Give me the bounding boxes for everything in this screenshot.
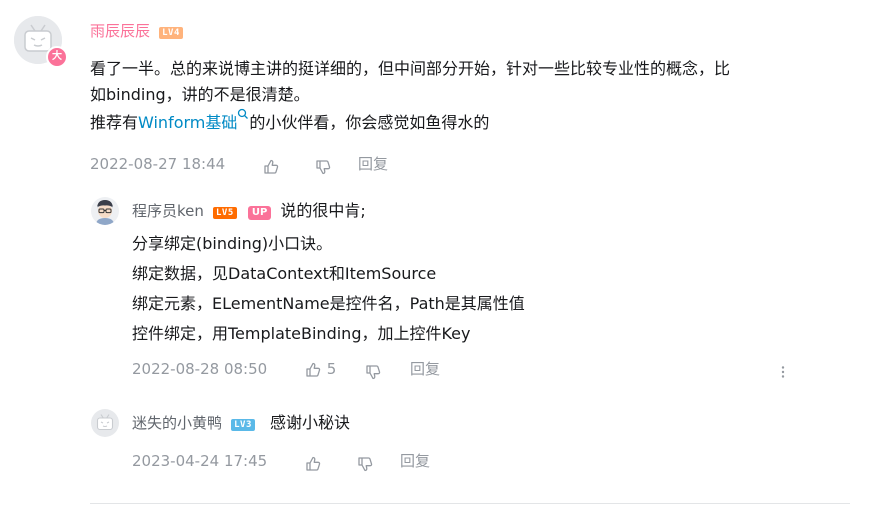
- reply-body: 分享绑定(binding)小口诀。 绑定数据，见DataContext和Item…: [132, 229, 832, 349]
- like-button[interactable]: 5: [304, 358, 336, 380]
- reply-meta: 2022-08-28 08:50 5 回复: [132, 358, 802, 380]
- thumbs-up-icon: [306, 456, 321, 471]
- comment-header: 雨辰辰辰 LV4: [90, 20, 183, 42]
- vip-badge: 大: [46, 46, 68, 68]
- avatar-image: [91, 197, 119, 225]
- dislike-button[interactable]: [356, 452, 374, 474]
- like-count: 5: [326, 360, 337, 378]
- like-button[interactable]: [304, 452, 322, 474]
- reply-avatar[interactable]: [91, 197, 119, 225]
- reply-header: 迷失的小黄鸭 LV3 感谢小秘诀: [132, 412, 350, 434]
- timestamp: 2022-08-27 18:44: [90, 155, 226, 173]
- thumbs-down-icon: [366, 364, 381, 379]
- reply-line: 分享绑定(binding)小口诀。: [132, 234, 333, 253]
- reply-meta: 2023-04-24 17:45 回复: [132, 450, 532, 472]
- dislike-button[interactable]: [314, 155, 332, 177]
- reply-button[interactable]: 回复: [358, 153, 388, 175]
- dislike-button[interactable]: [364, 360, 382, 382]
- comment-text-part: 的小伙伴看，你会感觉如鱼得水的: [249, 113, 490, 132]
- comment-text: 看了一半。总的来说博主讲的挺详细的，但中间部分开始，针对一些比较专业性的概念，比…: [90, 56, 860, 136]
- more-vertical-icon: [781, 365, 785, 378]
- reply-line: 绑定元素，ELementName是控件名，Path是其属性值: [132, 294, 525, 313]
- more-button[interactable]: [774, 360, 792, 382]
- comment-meta: 2022-08-27 18:44 回复: [90, 153, 790, 175]
- reply-button[interactable]: 回复: [410, 358, 440, 380]
- search-icon[interactable]: [237, 108, 249, 120]
- reply-text: 感谢小秘诀: [269, 413, 350, 432]
- comment-line: 如binding，讲的不是很清楚。: [90, 85, 310, 104]
- username[interactable]: 雨辰辰辰: [90, 22, 150, 40]
- tv-avatar-icon: [91, 409, 119, 437]
- username[interactable]: 程序员ken: [132, 202, 204, 220]
- comment-text-part: 推荐有: [90, 113, 139, 132]
- level-badge: LV4: [159, 27, 183, 39]
- thumbs-up-icon: [306, 362, 321, 377]
- reply-line: 控件绑定，用TemplateBinding，加上控件Key: [132, 324, 471, 343]
- up-badge: UP: [247, 206, 272, 220]
- divider: [90, 503, 850, 504]
- reply-text: 说的很中肯;: [280, 201, 366, 220]
- comment-line: 看了一半。总的来说博主讲的挺详细的，但中间部分开始，针对一些比较专业性的概念，比: [90, 59, 731, 78]
- level-badge: LV3: [231, 419, 255, 431]
- reply-button[interactable]: 回复: [400, 450, 430, 472]
- thumbs-up-icon: [264, 159, 279, 174]
- timestamp: 2022-08-28 08:50: [132, 360, 268, 378]
- reply-avatar[interactable]: [91, 409, 119, 437]
- reply-header: 程序员ken LV5 UP 说的很中肯;: [132, 200, 366, 222]
- thumbs-down-icon: [358, 456, 373, 471]
- level-badge: LV5: [212, 207, 237, 219]
- timestamp: 2023-04-24 17:45: [132, 452, 268, 470]
- comment-line: 推荐有Winform基础 的小伙伴看，你会感觉如鱼得水的: [90, 108, 860, 136]
- thumbs-down-icon: [316, 159, 331, 174]
- search-link[interactable]: Winform基础: [138, 113, 237, 132]
- username[interactable]: 迷失的小黄鸭: [132, 414, 222, 432]
- reply-line: 绑定数据，见DataContext和ItemSource: [132, 264, 437, 283]
- like-button[interactable]: [262, 155, 280, 177]
